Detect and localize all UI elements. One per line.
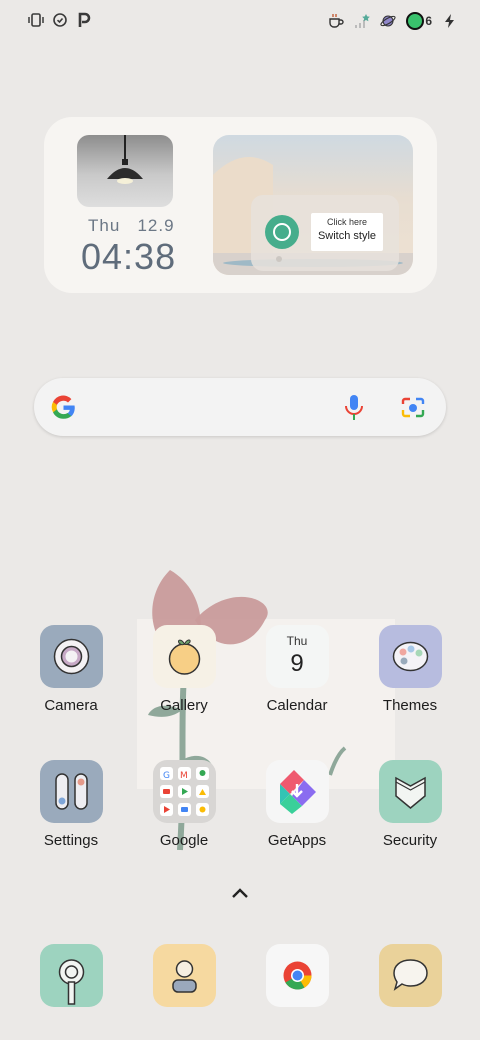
google-folder-icon: G M — [152, 760, 216, 823]
gallery-peach-icon — [152, 625, 216, 688]
parking-p-icon — [78, 12, 91, 27]
app-gallery[interactable]: Gallery — [134, 625, 234, 714]
chevron-up-icon[interactable] — [230, 886, 250, 900]
messages-icon — [378, 944, 442, 1007]
app-label: GetApps — [267, 832, 327, 849]
settings-toggle-icon — [39, 760, 103, 823]
dock-messages[interactable] — [360, 944, 460, 1007]
signal-icon — [355, 14, 371, 28]
switch-style-tile[interactable]: Click here Switch style — [213, 135, 413, 275]
app-camera[interactable]: Camera — [21, 625, 121, 714]
svg-text:M: M — [180, 771, 188, 781]
microphone-icon[interactable] — [344, 394, 364, 422]
widget-date-value: 12.9 — [137, 216, 175, 235]
vibrate-icon — [28, 13, 44, 27]
google-g-icon — [51, 395, 75, 419]
palette-icon — [378, 625, 442, 688]
chrome-icon — [265, 944, 329, 1007]
coffee-icon — [329, 14, 344, 28]
contacts-icon — [152, 944, 216, 1007]
status-bar-right: 6 — [328, 12, 458, 30]
widget-date: Thu 12.9 — [88, 216, 175, 236]
battery-indicator: 6 — [406, 12, 432, 30]
lens-camera-icon[interactable] — [400, 396, 426, 420]
google-search-bar[interactable] — [34, 378, 446, 436]
style-card[interactable]: Click here Switch style — [311, 213, 383, 251]
security-shield-icon — [378, 760, 442, 823]
app-google-folder[interactable]: G M Google — [134, 760, 234, 849]
calendar-icon: Thu 9 — [265, 625, 329, 688]
app-security[interactable]: Security — [360, 760, 460, 849]
charging-bolt-icon — [445, 14, 454, 28]
app-getapps[interactable]: GetApps — [247, 760, 347, 849]
app-label: Settings — [43, 832, 99, 849]
widget-time: 04:38 — [81, 236, 177, 277]
style-toggle-icon[interactable] — [265, 215, 299, 249]
app-label: Camera — [44, 697, 98, 714]
phone-icon — [39, 944, 103, 1007]
style-hint: Click here — [326, 217, 367, 227]
camera-icon — [39, 625, 103, 688]
app-label: Google — [159, 832, 209, 849]
dock-phone[interactable] — [21, 944, 121, 1007]
app-settings[interactable]: Settings — [21, 760, 121, 849]
lamp-photo — [77, 135, 173, 207]
dock-contacts[interactable] — [134, 944, 234, 1007]
alarm-icon — [53, 13, 67, 27]
app-label: Themes — [382, 697, 438, 714]
style-action: Switch style — [317, 230, 377, 242]
app-calendar[interactable]: Thu 9 Calendar — [247, 625, 347, 714]
battery-icon — [406, 12, 425, 30]
style-panel: Click here Switch style — [251, 195, 399, 271]
dock-chrome[interactable] — [247, 944, 347, 1007]
status-bar-left — [28, 12, 92, 28]
svg-text:G: G — [163, 771, 170, 781]
app-themes[interactable]: Themes — [360, 625, 460, 714]
widget-day: Thu — [88, 216, 121, 235]
getapps-icon — [265, 760, 329, 823]
app-label: Gallery — [160, 697, 208, 714]
calendar-date: 9 — [290, 650, 304, 677]
app-label: Security — [382, 832, 438, 849]
planet-icon — [380, 15, 396, 27]
calendar-day: Thu — [286, 634, 308, 648]
app-label: Calendar — [266, 697, 328, 714]
battery-level: 6 — [425, 14, 432, 28]
